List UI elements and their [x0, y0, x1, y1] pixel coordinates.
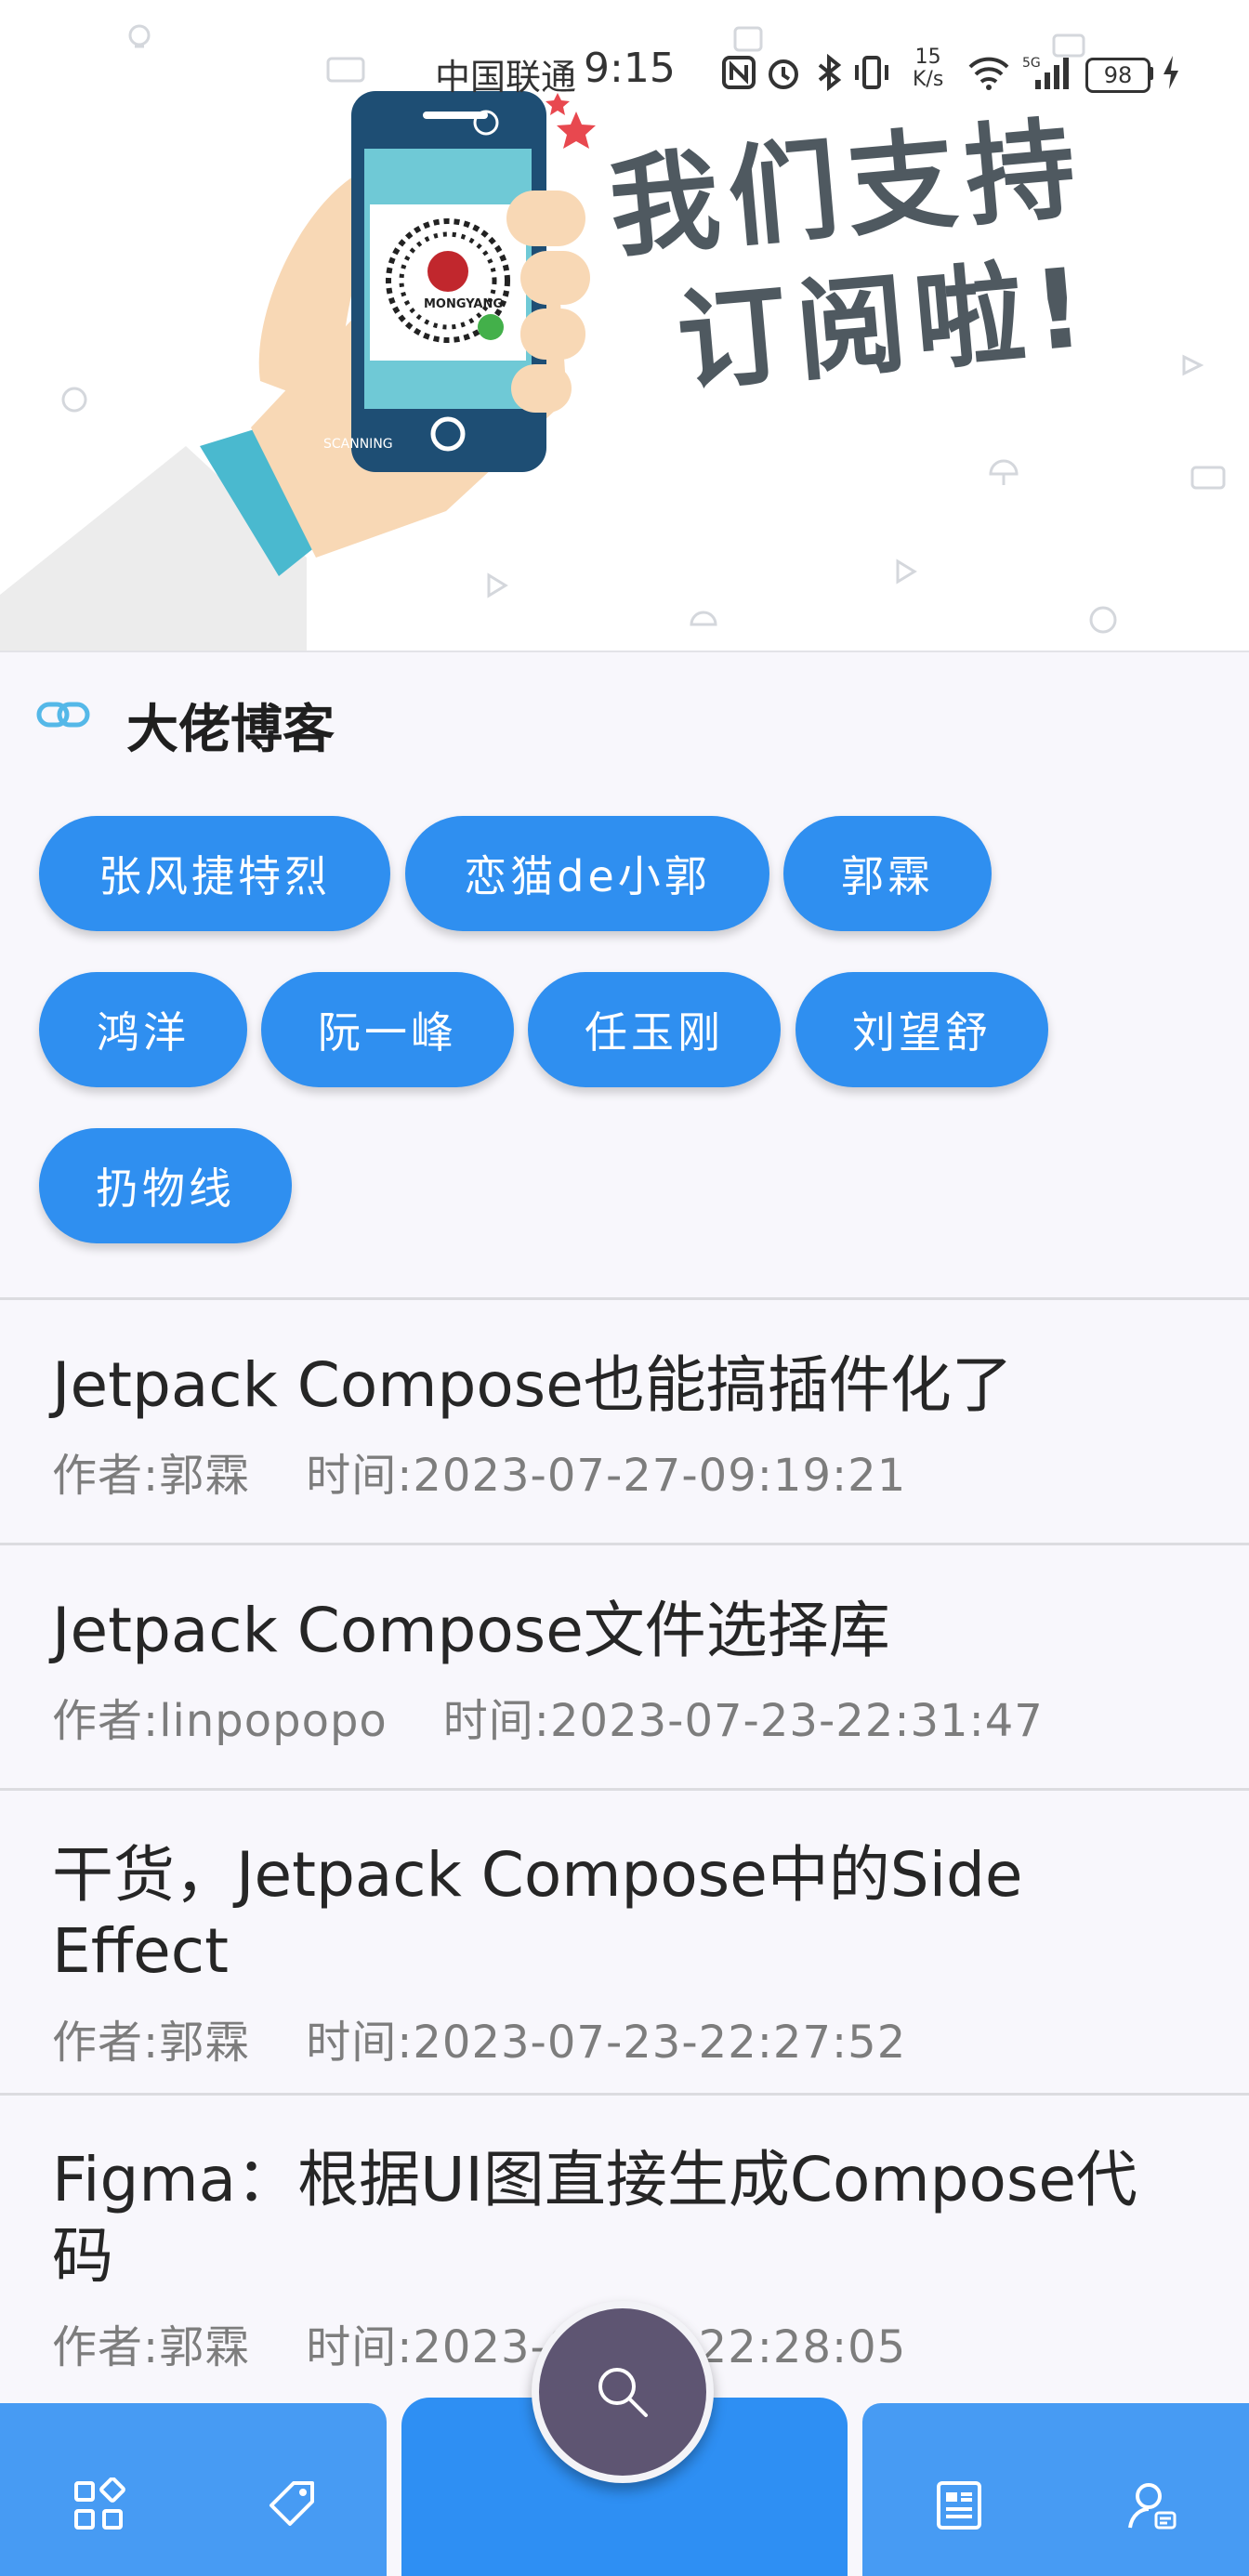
- search-fab-button[interactable]: [532, 2301, 714, 2483]
- article-time: 2023-07-27-09:19:21: [413, 1450, 907, 1502]
- article-author: 郭霖: [159, 1450, 251, 1502]
- article-author: 郭霖: [159, 2017, 251, 2069]
- divider: [0, 1788, 1249, 1791]
- article-title: 干货，Jetpack Compose中的Side Effect: [52, 1839, 1023, 1987]
- blogger-chip[interactable]: 任玉刚: [528, 972, 781, 1087]
- decor-triangle-icon: [896, 559, 917, 585]
- author-label: 作者:: [52, 1695, 160, 1747]
- divider: [0, 2093, 1249, 2096]
- divider: [0, 1297, 1249, 1300]
- blogger-chip[interactable]: 张风捷特烈: [39, 816, 390, 931]
- decor-yen-icon: [1089, 606, 1117, 634]
- network-speed: 15 K/s: [913, 46, 943, 91]
- profile-icon[interactable]: [1124, 2477, 1180, 2533]
- decor-umbrella-icon: [989, 459, 1019, 485]
- charging-icon: [1164, 56, 1178, 89]
- article-meta: 作者:linpopopo 时间:2023-07-23-22:31:47: [52, 1684, 1044, 1749]
- blogger-chip[interactable]: 阮一峰: [261, 972, 514, 1087]
- hand-phone-illustration: [0, 91, 596, 651]
- vibrate-icon: [855, 56, 888, 89]
- blogger-chip[interactable]: 恋猫de小郭: [405, 816, 769, 931]
- decor-triangle-icon: [1182, 354, 1204, 376]
- author-label: 作者:: [52, 1450, 160, 1502]
- blogger-chip[interactable]: 郭霖: [783, 816, 992, 931]
- svg-text:5G: 5G: [1022, 56, 1041, 71]
- network-speed-unit: K/s: [913, 68, 944, 91]
- search-icon: [598, 2368, 648, 2417]
- wifi-icon: [968, 57, 1009, 90]
- author-label: 作者:: [52, 2321, 160, 2373]
- article-time: 2023-07-23-22:27:52: [413, 2017, 907, 2069]
- article-icon[interactable]: [931, 2477, 987, 2533]
- blogger-chip[interactable]: 鸿洋: [39, 972, 247, 1087]
- signal-icon: 5G: [1022, 56, 1069, 89]
- article-title: Jetpack Compose也能搞插件化了: [52, 1349, 1013, 1421]
- bluetooth-icon: [818, 54, 842, 91]
- nav-right-panel: [862, 2403, 1249, 2576]
- alarm-icon: [769, 59, 798, 89]
- time-label: 时间:: [306, 2321, 414, 2373]
- battery-tip: [1149, 67, 1153, 80]
- banner-title: 我们支持 订阅啦!: [604, 91, 1184, 417]
- decor-card-icon: [1190, 466, 1226, 490]
- time-label: 时间:: [306, 1450, 414, 1502]
- article-time: 2023-07-23-22:31:47: [549, 1695, 1044, 1747]
- blogger-chip[interactable]: 扔物线: [39, 1128, 292, 1243]
- author-label: 作者:: [52, 2017, 160, 2069]
- qr-brand-text: MONGYANG: [424, 297, 504, 311]
- tag-icon[interactable]: [264, 2477, 320, 2533]
- article-meta: 作者:郭霖 时间:2023-07-27-09:19:21: [52, 1439, 906, 1504]
- article-meta: 作者:郭霖 时间:2023-07-23-22:27:52: [52, 2005, 906, 2070]
- divider: [0, 1543, 1249, 1545]
- decor-umbrella-icon: [690, 611, 717, 626]
- article-meta: 作者:郭霖时间:2023-07-23-22:28:05: [52, 2310, 906, 2375]
- grid-icon[interactable]: [71, 2477, 126, 2533]
- time-label: 时间:: [442, 1695, 550, 1747]
- section-title: 大佬博客: [126, 700, 335, 760]
- link-icon: [36, 702, 90, 728]
- nav-left-panel: [0, 2403, 387, 2576]
- article-author: 郭霖: [159, 2321, 251, 2373]
- article-title: Jetpack Compose文件选择库: [52, 1595, 890, 1666]
- nfc-icon: [722, 56, 756, 89]
- network-speed-value: 15: [914, 46, 941, 69]
- status-bar: 中国联通 9:15 15 K/s 5G 98: [0, 37, 1249, 112]
- phone-caption: SCANNING: [323, 437, 393, 452]
- article-author: linpopopo: [159, 1695, 388, 1747]
- blogger-chip[interactable]: 刘望舒: [795, 972, 1048, 1087]
- time-label: 时间:: [306, 2017, 414, 2069]
- article-title: Figma：根据UI图直接生成Compose代码: [52, 2144, 1137, 2292]
- battery-indicator: 98: [1085, 58, 1150, 93]
- clock: 9:15: [584, 45, 676, 92]
- carrier-label: 中国联通: [435, 57, 577, 98]
